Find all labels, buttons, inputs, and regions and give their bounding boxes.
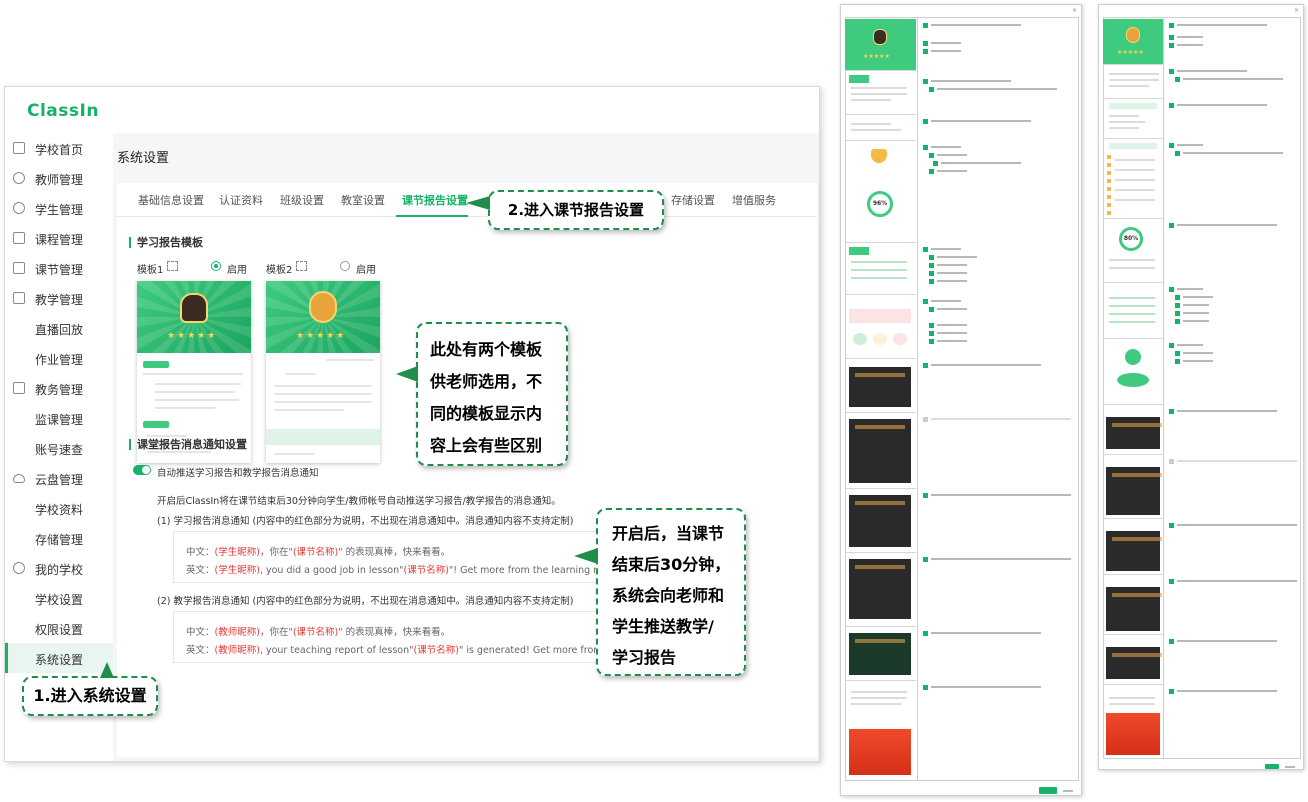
study-message-box: 中文：(学生昵称)，你在"(课节名称)" 的表现真棒，快来看看。 英文：(学生昵… bbox=[173, 531, 637, 583]
template2-name: 模板2 bbox=[266, 265, 293, 276]
teach-cn-line: 中文：(教师昵称)，你在"(课节名称)" 的表现真棒，快来看看。 bbox=[186, 627, 451, 638]
classin-logo: ClassIn bbox=[27, 101, 99, 121]
cloud-icon bbox=[13, 474, 25, 483]
sidebar-item-account-lookup[interactable]: 账号速查 bbox=[5, 433, 113, 463]
sidebar-item-academic[interactable]: 教务管理 bbox=[5, 373, 113, 403]
teacher-icon bbox=[13, 172, 25, 184]
sidebar-item-school-home[interactable]: 学校首页 bbox=[5, 133, 113, 163]
template1-card[interactable]: ★★★★★ bbox=[137, 281, 251, 463]
sidebar-item-monitor[interactable]: 监课管理 bbox=[5, 403, 113, 433]
sidebar: 学校首页 教师管理 学生管理 课程管理 课节管理 教学管理 直播回放 作业管理 … bbox=[5, 133, 113, 761]
callout-templates: 此处有两个模板 供老师选用，不 同的模板显示内 容上会有些区别 bbox=[416, 322, 568, 466]
student-icon bbox=[13, 202, 25, 214]
tab-certification[interactable]: 认证资料 bbox=[219, 192, 263, 208]
trophy-icon bbox=[871, 149, 887, 163]
sidebar-item-permissions[interactable]: 权限设置 bbox=[5, 613, 113, 643]
tab-classroom[interactable]: 教室设置 bbox=[341, 192, 385, 208]
study-notify-title: (1) 学习报告消息通知 (内容中的红色部分为说明，不出现在消息通知中。消息通知… bbox=[157, 516, 574, 527]
sidebar-item-student[interactable]: 学生管理 bbox=[5, 193, 113, 223]
section-title-template: 学习报告模板 bbox=[129, 237, 203, 248]
template2-radio-label: 启用 bbox=[356, 265, 376, 276]
star-rating-icon: ★★★★★ bbox=[863, 53, 890, 60]
sidebar-item-system-settings[interactable]: 系统设置 bbox=[5, 643, 113, 673]
callout-step2: 2.进入课节报告设置 bbox=[488, 190, 664, 230]
teach-en-line: 英文：(教师昵称), your teaching report of lesso… bbox=[186, 645, 615, 656]
teaching-icon bbox=[13, 292, 25, 304]
sidebar-item-course[interactable]: 课程管理 bbox=[5, 223, 113, 253]
template1-name: 模板1 bbox=[137, 265, 164, 276]
active-indicator bbox=[5, 643, 8, 673]
star-rating-icon: ★★★★★ bbox=[296, 331, 347, 341]
sidebar-item-storage[interactable]: 存储管理 bbox=[5, 523, 113, 553]
page-title: 系统设置 bbox=[117, 151, 170, 166]
confirm-button[interactable] bbox=[1039, 787, 1057, 794]
teach-notify-title: (2) 教学报告消息通知 (内容中的红色部分为说明，不出现在消息通知中。消息通知… bbox=[157, 596, 574, 607]
sidebar-item-my-school[interactable]: 我的学校 bbox=[5, 553, 113, 583]
teach-message-box: 中文：(教师昵称)，你在"(课节名称)" 的表现真棒，快来看看。 英文：(教师昵… bbox=[173, 611, 637, 663]
active-tab-underline bbox=[396, 215, 468, 217]
academic-icon bbox=[13, 382, 25, 394]
template1-radio[interactable] bbox=[211, 261, 221, 271]
section-title-notify: 课堂报告消息通知设置 bbox=[129, 439, 247, 450]
callout-pointer bbox=[574, 548, 598, 564]
cancel-button[interactable] bbox=[1285, 766, 1295, 768]
template-preview-window-1: ✕ ★★★★★ 96% bbox=[840, 4, 1082, 796]
callout-step1: 1.进入系统设置 bbox=[22, 676, 158, 716]
star-rating-icon: ★★★★★ bbox=[167, 331, 218, 341]
preview-icon[interactable] bbox=[167, 261, 178, 271]
tab-lesson-report[interactable]: 课节报告设置 bbox=[402, 192, 468, 208]
callout-pointer bbox=[100, 662, 114, 678]
study-cn-line: 中文：(学生昵称)，你在"(课节名称)" 的表现真棒，快来看看。 bbox=[186, 547, 451, 558]
sidebar-item-live-replay[interactable]: 直播回放 bbox=[5, 313, 113, 343]
lesson-icon bbox=[13, 262, 25, 274]
sidebar-item-lesson[interactable]: 课节管理 bbox=[5, 253, 113, 283]
girl-avatar-icon bbox=[309, 291, 337, 323]
template2-radio[interactable] bbox=[340, 261, 350, 271]
sidebar-item-school-settings[interactable]: 学校设置 bbox=[5, 583, 113, 613]
school-icon bbox=[13, 562, 25, 574]
close-icon[interactable]: ✕ bbox=[1072, 7, 1077, 14]
preview-icon[interactable] bbox=[296, 261, 307, 271]
boy-avatar-icon bbox=[873, 29, 887, 45]
cancel-button[interactable] bbox=[1063, 790, 1073, 792]
girl-avatar-icon bbox=[1126, 27, 1140, 43]
notify-description: 开启后ClassIn将在课节结束后30分钟向学生/教师帐号自动推送学习报告/教学… bbox=[157, 496, 561, 507]
sidebar-item-homework[interactable]: 作业管理 bbox=[5, 343, 113, 373]
tab-value-added[interactable]: 增值服务 bbox=[732, 192, 776, 208]
auto-push-toggle[interactable] bbox=[133, 465, 151, 475]
boy-avatar-icon bbox=[180, 293, 208, 323]
callout-push: 开启后，当课节 结束后30分钟， 系统会向老师和 学生推送教学/ 学习报告 bbox=[596, 508, 746, 676]
study-en-line: 英文：(学生昵称), you did a good job in lesson"… bbox=[186, 565, 626, 576]
sidebar-item-cloud[interactable]: 云盘管理 bbox=[5, 463, 113, 493]
star-rating-icon: ★★★★★ bbox=[1117, 49, 1144, 56]
callout-pointer bbox=[466, 196, 490, 210]
sidebar-item-school-files[interactable]: 学校资料 bbox=[5, 493, 113, 523]
progress-ring: 80% bbox=[1119, 227, 1143, 251]
home-icon bbox=[13, 142, 25, 154]
sidebar-item-teaching[interactable]: 教学管理 bbox=[5, 283, 113, 313]
tab-storage[interactable]: 存储设置 bbox=[671, 192, 715, 208]
template2-card[interactable]: ★★★★★ bbox=[266, 281, 380, 463]
progress-ring: 96% bbox=[867, 191, 893, 217]
course-icon bbox=[13, 232, 25, 244]
template-preview-window-2: ✕ ★★★★★ 80% bbox=[1098, 4, 1304, 770]
callout-pointer bbox=[396, 366, 418, 382]
toggle-label: 自动推送学习报告和教学报告消息通知 bbox=[157, 468, 319, 479]
sidebar-item-teacher[interactable]: 教师管理 bbox=[5, 163, 113, 193]
template1-radio-label: 启用 bbox=[227, 265, 247, 276]
close-icon[interactable]: ✕ bbox=[1294, 7, 1299, 14]
confirm-button[interactable] bbox=[1265, 764, 1279, 769]
tab-class[interactable]: 班级设置 bbox=[280, 192, 324, 208]
tab-basic-info[interactable]: 基础信息设置 bbox=[138, 192, 204, 208]
